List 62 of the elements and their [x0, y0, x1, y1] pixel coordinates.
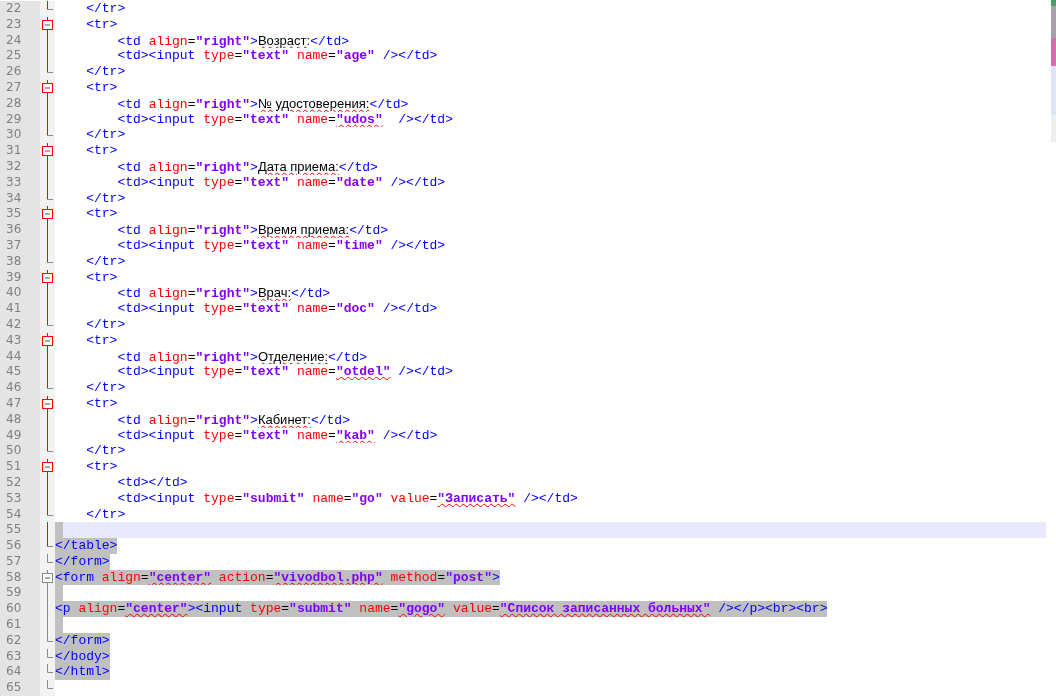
line-number: 64 [0, 664, 40, 681]
line-number: 65 [0, 680, 40, 697]
line-number: 30 [0, 127, 40, 144]
code-line: <tr> [85, 206, 118, 223]
code-line: </tr> [85, 506, 126, 523]
code-line: <td align="right">Возраст:</td> [116, 32, 350, 49]
code-line: <td align="right">Дата приема:</td> [116, 158, 378, 175]
code-line: <td><input type="text" name="kab" /></td> [116, 427, 438, 444]
code-line: <td><input type="text" name="time" /></td> [116, 237, 446, 254]
code-line: <tr> [85, 16, 118, 33]
code-line: </tr> [85, 190, 126, 207]
line-number: 36 [0, 222, 40, 238]
line-number: 55 [0, 522, 40, 539]
code-line: <td><input type="text" name="age" /></td> [116, 48, 438, 65]
code-line: <td><input type="text" name="udos" /></td> [116, 111, 453, 128]
fold-marker-icon[interactable] [40, 459, 55, 475]
fold-marker-icon[interactable] [40, 332, 55, 349]
code-line: </tr> [85, 64, 126, 80]
code-line: </tr> [85, 1, 126, 17]
code-line: <tr> [85, 80, 118, 96]
code-line: <td align="right">Врач:</td> [116, 285, 331, 302]
line-number: 50 [0, 443, 40, 460]
code-line: </tr> [85, 380, 126, 396]
fold-marker-icon[interactable] [40, 206, 55, 223]
line-number: 31 [0, 143, 40, 159]
code-line: </tr> [85, 316, 126, 333]
line-number: 59 [0, 585, 40, 602]
line-number: 56 [0, 538, 40, 554]
line-number: 35 [0, 206, 40, 223]
line-number: 25 [0, 48, 40, 65]
code-line: <tr> [85, 143, 118, 159]
code-line: <td></td> [116, 474, 188, 491]
code-line: <tr> [85, 269, 118, 286]
line-number: 45 [0, 364, 40, 381]
code-line: <td align="right">Отделение:</td> [116, 348, 367, 365]
line-number: 26 [0, 64, 40, 80]
code-line: <td align="right">№ удостоверения:</td> [116, 95, 409, 112]
fold-marker-icon[interactable] [40, 80, 55, 96]
line-number: 51 [0, 459, 40, 475]
code-line: <td><input type="text" name="otdel" /></td> [116, 364, 453, 381]
line-number: 60 [0, 601, 40, 618]
fold-marker-icon[interactable] [40, 16, 55, 33]
code-line: <td><input type="text" name="date" /></td> [116, 174, 446, 191]
code-line: <tr> [85, 459, 118, 475]
line-number: 40 [0, 285, 40, 302]
fold-marker-icon[interactable] [40, 569, 55, 586]
code-line: <td align="right">Время приема:</td> [116, 222, 389, 238]
fold-marker-icon[interactable] [40, 143, 55, 159]
code-line: <tr> [85, 395, 118, 412]
line-number: 22 [0, 1, 40, 17]
line-number: 61 [0, 617, 40, 633]
code-line: <td><input type="text" name="doc" /></td> [116, 301, 438, 317]
code-line: </tr> [85, 253, 126, 270]
fold-marker-icon[interactable] [40, 269, 55, 286]
fold-marker-icon[interactable] [40, 395, 55, 412]
code-line: <td><input type="submit" name="go" value="Записать" /></td> [116, 490, 578, 507]
line-number: 46 [0, 380, 40, 396]
code-line: </tr> [85, 443, 126, 460]
code-line: <tr> [85, 332, 118, 349]
line-number: 41 [0, 301, 40, 317]
code-line: <td align="right">Кабинет:</td> [116, 411, 350, 428]
code-line: </tr> [85, 127, 126, 144]
